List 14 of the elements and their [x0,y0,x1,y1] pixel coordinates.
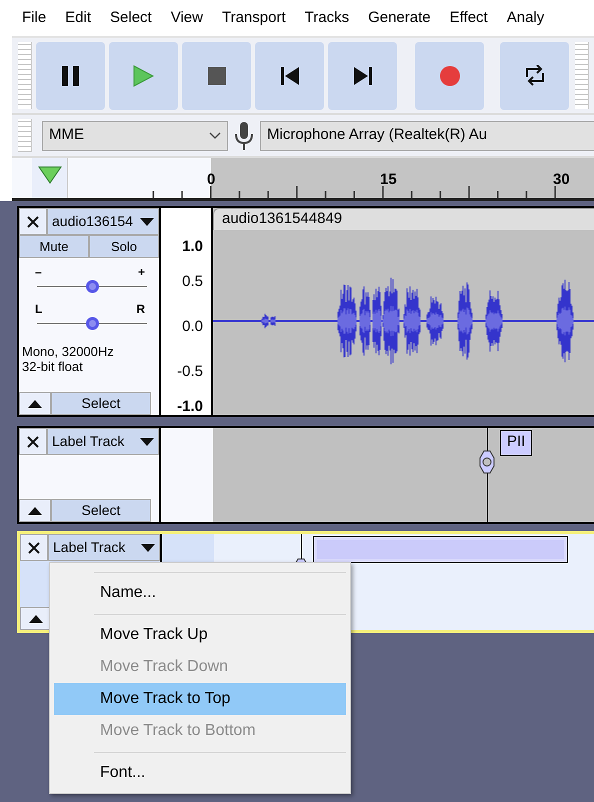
scale-label: 0.5 [182,272,203,292]
track-info-text: 32-bit float [22,360,84,375]
gain-max-label: + [138,266,145,278]
pan-max-label: R [136,303,145,315]
scale-label: -0.5 [177,362,203,382]
ruler-label: 0 [207,170,216,190]
ruler-label: 30 [553,170,570,190]
gain-min-label: – [35,266,42,278]
scale-label: 0.0 [182,317,203,337]
scale-label: -1.0 [177,397,203,417]
ruler-label: 15 [380,170,397,190]
track-info-text: Mono, 32000Hz [22,345,115,360]
scale-label: 1.0 [182,237,203,257]
pan-min-label: L [35,303,42,315]
